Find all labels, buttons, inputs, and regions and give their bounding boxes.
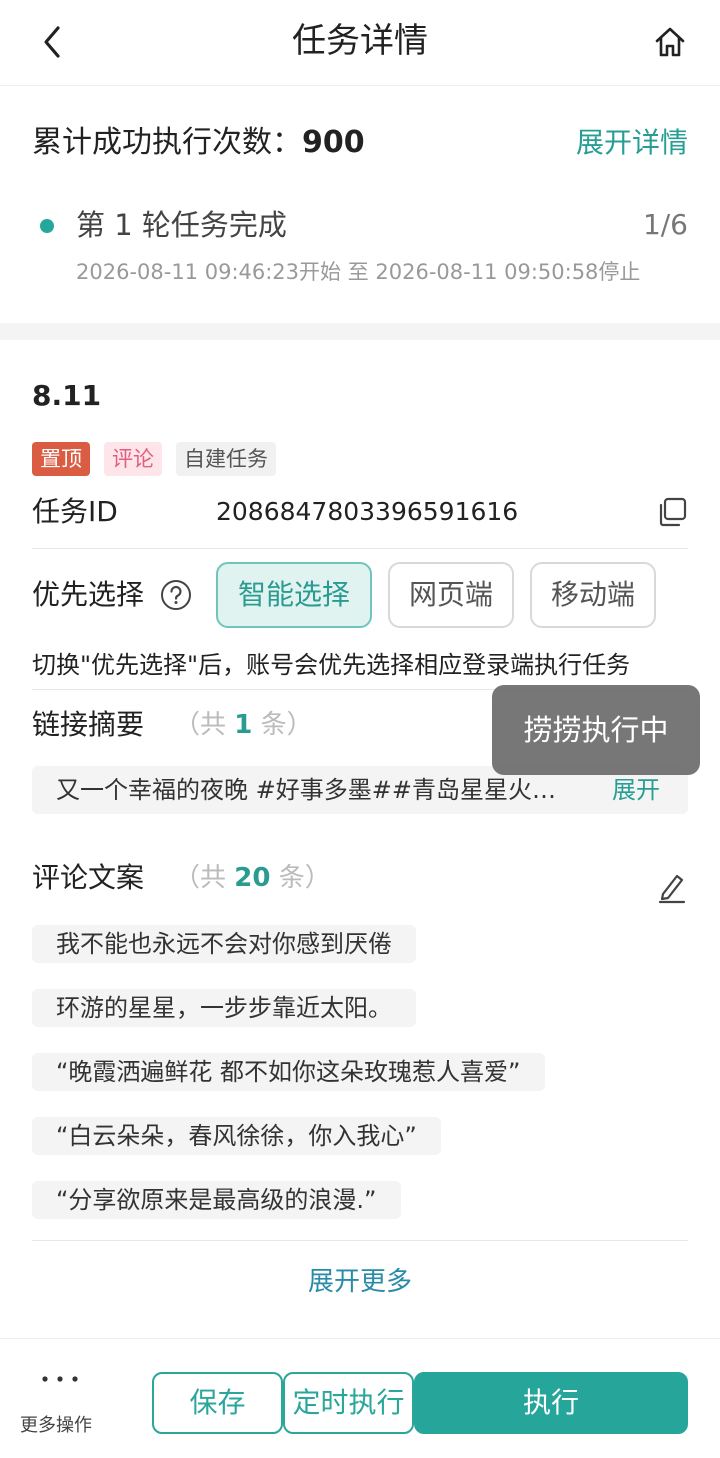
scheduled-run-button[interactable]: 定时执行	[283, 1372, 414, 1434]
round-time-range: 2026-08-11 09:46:23开始 至 2026-08-11 09:50…	[76, 260, 641, 284]
copy-icon[interactable]	[656, 496, 688, 528]
tag-self-built: 自建任务	[176, 442, 276, 476]
task-id-label: 任务ID	[32, 495, 118, 528]
comment-item: “分享欲原来是最高级的浪漫.”	[32, 1181, 401, 1219]
more-dots-icon[interactable]	[40, 1362, 80, 1392]
save-button[interactable]: 保存	[152, 1372, 283, 1434]
success-count-value: 900	[302, 125, 365, 160]
comments-count-suffix: 条）	[270, 863, 331, 893]
home-icon[interactable]	[652, 24, 688, 60]
tag-comment: 评论	[104, 442, 162, 476]
section-divider	[0, 323, 720, 340]
comments-count: （共 20 条）	[174, 856, 331, 900]
priority-option-web[interactable]: 网页端	[388, 562, 514, 628]
status-dot	[40, 219, 54, 233]
link-count-suffix: 条）	[252, 710, 313, 740]
more-actions-label[interactable]: 更多操作	[20, 1410, 92, 1442]
link-summary-text: 又一个幸福的夜晚 #好事多墨##青岛星星火…	[56, 776, 556, 804]
priority-note: 切换"优先选择"后，账号会优先选择相应登录端执行任务	[32, 651, 631, 679]
comment-item: “晚霞洒遍鲜花 都不如你这朵玫瑰惹人喜爱”	[32, 1053, 545, 1091]
comments-label: 评论文案	[32, 861, 145, 894]
question-circle-icon[interactable]	[160, 579, 192, 611]
link-count-prefix: （共	[174, 710, 235, 740]
comment-item: 环游的星星，一步步靠近太阳。	[32, 989, 416, 1027]
divider	[32, 1240, 688, 1241]
success-count-label: 累计成功执行次数：	[32, 125, 302, 160]
run-button[interactable]: 执行	[414, 1372, 688, 1434]
pencil-icon[interactable]	[656, 870, 688, 904]
priority-option-smart[interactable]: 智能选择	[216, 562, 372, 628]
comment-item: 我不能也永远不会对你感到厌倦	[32, 925, 416, 963]
priority-label: 优先选择	[32, 578, 145, 611]
toast-message: 捞捞执行中	[492, 685, 700, 775]
page-title: 任务详情	[292, 21, 428, 61]
comments-count-prefix: （共	[174, 863, 235, 893]
link-summary-label: 链接摘要	[32, 708, 145, 741]
priority-option-mobile[interactable]: 移动端	[530, 562, 656, 628]
success-count: 累计成功执行次数：900	[32, 120, 365, 166]
expand-detail-link[interactable]: 展开详情	[576, 120, 688, 166]
tag-pinned: 置顶	[32, 442, 90, 476]
round-progress: 1/6	[642, 208, 688, 241]
round-status: 第 1 轮任务完成	[76, 208, 287, 242]
comments-count-value: 20	[234, 863, 271, 893]
link-count-value: 1	[234, 710, 253, 740]
comment-item: “白云朵朵，春风徐徐，你入我心”	[32, 1117, 441, 1155]
divider	[32, 548, 688, 549]
link-count: （共 1 条）	[174, 703, 313, 747]
task-id-value: 2086847803396591616	[216, 497, 519, 526]
task-name: 8.11	[32, 379, 102, 412]
show-more-button[interactable]: 展开更多	[0, 1260, 720, 1304]
